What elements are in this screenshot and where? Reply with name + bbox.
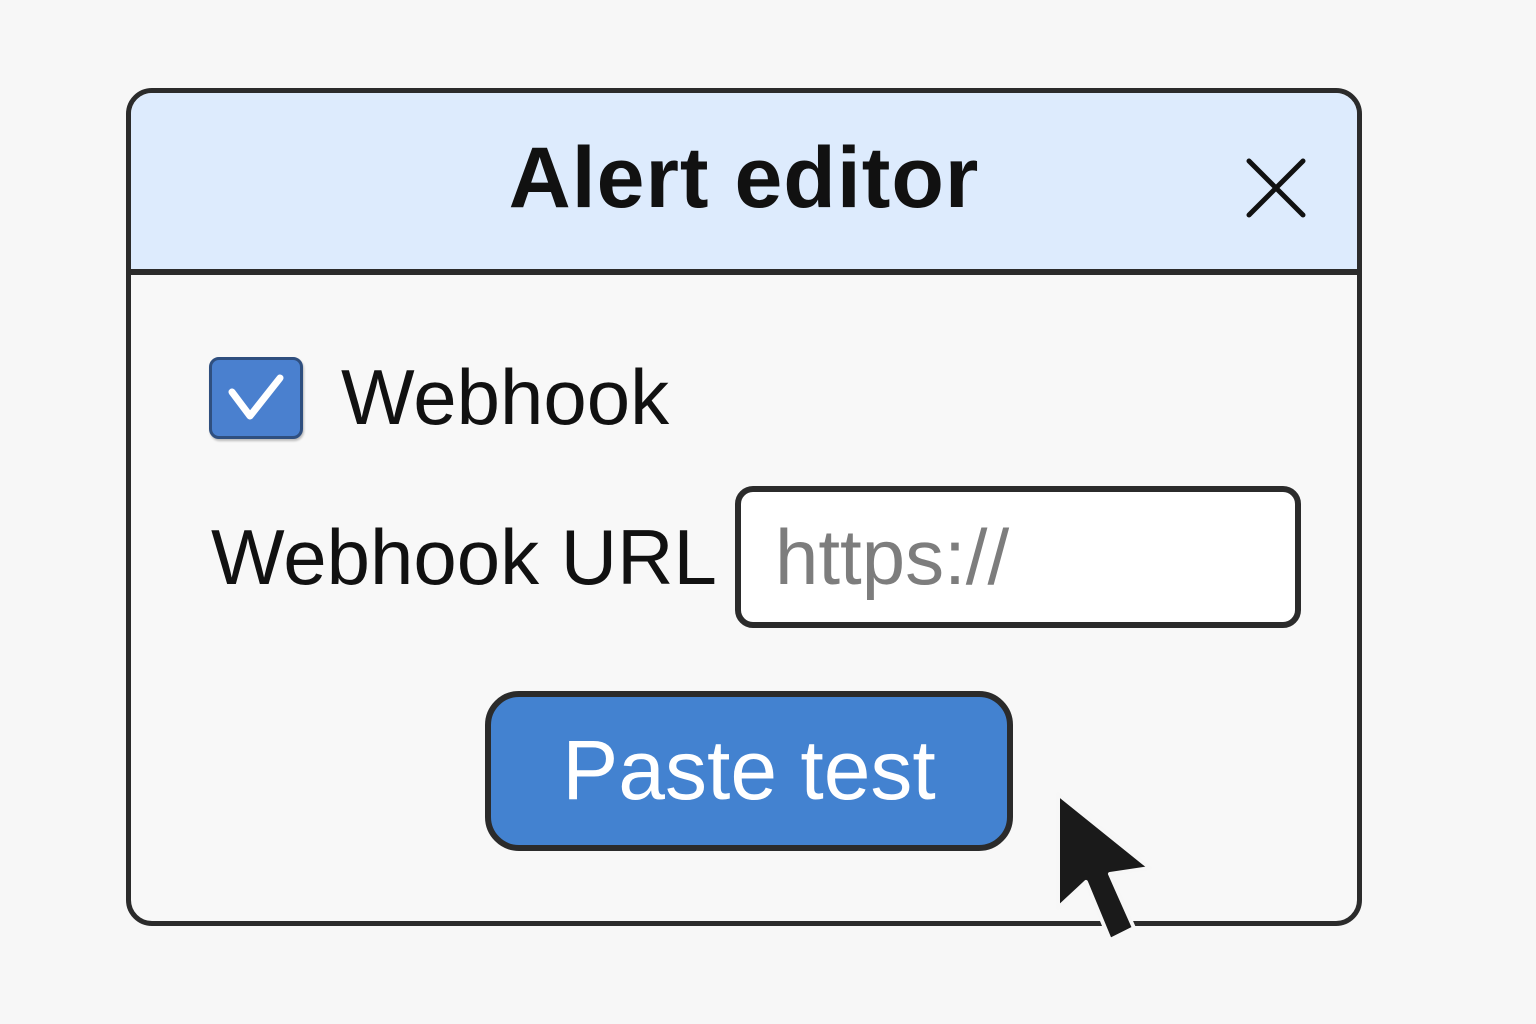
close-icon <box>1246 158 1306 218</box>
dialog-title: Alert editor <box>508 130 980 226</box>
checkmark-icon <box>228 374 284 420</box>
webhook-url-label: Webhook URL <box>211 513 717 601</box>
dialog-titlebar: Alert editor <box>131 93 1357 275</box>
alert-editor-dialog: Alert editor Webhook Webhook URL Paste t… <box>126 88 1362 926</box>
webhook-checkbox[interactable] <box>209 357 303 439</box>
webhook-checkbox-label: Webhook <box>341 353 670 441</box>
mouse-pointer-icon <box>1056 792 1152 942</box>
screen: Alert editor Webhook Webhook URL Paste t… <box>0 0 1536 1024</box>
paste-test-button[interactable]: Paste test <box>485 691 1013 851</box>
webhook-url-input[interactable] <box>735 486 1301 628</box>
close-button[interactable] <box>1241 153 1311 223</box>
